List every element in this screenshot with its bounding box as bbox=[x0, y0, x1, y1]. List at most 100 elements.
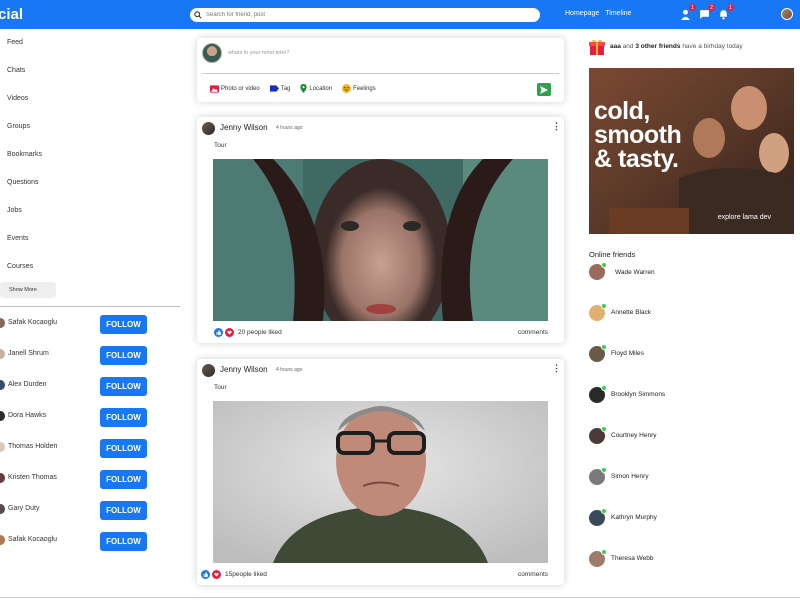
post-image[interactable] bbox=[213, 159, 548, 321]
online-friend[interactable]: Simon Henry bbox=[589, 467, 789, 487]
top-bar: cial Homepage Timeline 1 2 1 bbox=[0, 0, 800, 29]
online-friend-name: Wade Warren bbox=[615, 269, 655, 276]
app-logo[interactable]: cial bbox=[0, 6, 23, 23]
sidebar-item-chats[interactable]: Chats bbox=[7, 67, 25, 74]
online-indicator bbox=[601, 344, 607, 350]
online-friend-name: Floyd Miles bbox=[611, 350, 644, 357]
online-friend-name: Annette Black bbox=[611, 309, 652, 316]
friend-row: Gary Duty FOLLOW bbox=[0, 501, 180, 521]
share-option-tag[interactable]: Tag bbox=[269, 85, 291, 92]
birthday-others[interactable]: 3 other friends bbox=[635, 43, 680, 50]
follow-button[interactable]: FOLLOW bbox=[100, 346, 147, 365]
post-author[interactable]: Jenny Wilson bbox=[220, 365, 268, 374]
share-option-label: Feelings bbox=[353, 85, 376, 92]
comments-link[interactable]: comments bbox=[518, 571, 548, 578]
friend-row: Janell Shrum FOLLOW bbox=[0, 346, 180, 366]
send-icon bbox=[540, 85, 548, 94]
online-friend[interactable]: Brooklyn Simmons bbox=[589, 385, 789, 405]
more-vert-icon[interactable]: ⋮ bbox=[552, 363, 561, 374]
avatar[interactable] bbox=[202, 364, 215, 377]
friend-name[interactable]: Safak Kocaoglu bbox=[8, 536, 57, 543]
chat-icon[interactable]: 2 bbox=[699, 4, 715, 19]
person-icon[interactable]: 1 bbox=[680, 4, 696, 20]
photo-icon bbox=[210, 84, 219, 93]
follow-button[interactable]: FOLLOW bbox=[100, 377, 147, 396]
like-icon[interactable] bbox=[201, 570, 210, 579]
sidebar-item-questions[interactable]: Questions bbox=[7, 179, 39, 186]
post-image[interactable] bbox=[213, 401, 548, 563]
divider bbox=[202, 73, 559, 74]
friend-name[interactable]: Kristen Thomas bbox=[8, 474, 57, 481]
sidebar-item-events[interactable]: Events bbox=[7, 235, 28, 242]
follow-button[interactable]: FOLLOW bbox=[100, 439, 147, 458]
follow-button[interactable]: FOLLOW bbox=[100, 408, 147, 427]
search-input[interactable] bbox=[206, 9, 506, 21]
ad-line: & tasty. bbox=[594, 145, 679, 173]
avatar[interactable] bbox=[202, 122, 215, 135]
friend-row: Safak Kocaoglu FOLLOW bbox=[0, 532, 180, 552]
share-box: whats in your mind tetre? Photo or video… bbox=[197, 38, 564, 102]
share-option-photo[interactable]: Photo or video bbox=[210, 84, 260, 93]
online-friend[interactable]: Theresa Webb bbox=[589, 549, 789, 569]
online-indicator bbox=[601, 508, 607, 514]
online-friend-name: Brooklyn Simmons bbox=[611, 391, 666, 398]
timeline-link[interactable]: Timeline bbox=[605, 10, 631, 17]
show-more-button[interactable]: Show More bbox=[0, 282, 56, 298]
avatar bbox=[0, 318, 5, 328]
sidebar-item-videos[interactable]: Videos bbox=[7, 95, 28, 102]
profile-avatar[interactable] bbox=[781, 8, 793, 20]
post-author[interactable]: Jenny Wilson bbox=[220, 123, 268, 132]
sidebar-item-feed[interactable]: Feed bbox=[7, 39, 23, 46]
likes-count: 20 people liked bbox=[238, 329, 282, 336]
friend-row: Alex Durden FOLLOW bbox=[0, 377, 180, 397]
online-friend[interactable]: Courtney Henry bbox=[589, 426, 789, 446]
sidebar-item-groups[interactable]: Groups bbox=[7, 123, 30, 130]
ad-line: smooth bbox=[594, 121, 682, 149]
online-friend[interactable]: Floyd Miles bbox=[589, 344, 789, 364]
post-text: Tour bbox=[214, 384, 227, 391]
avatar bbox=[202, 43, 222, 63]
follow-button[interactable]: FOLLOW bbox=[100, 501, 147, 520]
follow-button[interactable]: FOLLOW bbox=[100, 315, 147, 334]
sidebar-item-courses[interactable]: Courses bbox=[7, 263, 33, 270]
sidebar-item-jobs[interactable]: Jobs bbox=[7, 207, 22, 214]
friend-name[interactable]: Gary Duty bbox=[8, 505, 40, 512]
share-option-location[interactable]: Location bbox=[300, 84, 332, 93]
share-input[interactable]: whats in your mind tetre? bbox=[228, 50, 289, 56]
share-options: Photo or video Tag Location Feelings bbox=[210, 84, 376, 93]
online-friend[interactable]: Annette Black bbox=[589, 303, 789, 323]
birthday-message: have a birhday today bbox=[682, 43, 743, 50]
follow-button[interactable]: FOLLOW bbox=[100, 470, 147, 489]
share-option-feelings[interactable]: Feelings bbox=[342, 84, 376, 93]
send-button[interactable] bbox=[537, 83, 551, 96]
gift-icon bbox=[589, 39, 605, 55]
birthday-and: and bbox=[622, 43, 634, 50]
heart-icon[interactable] bbox=[212, 570, 221, 579]
birthday-name[interactable]: aaa bbox=[610, 43, 621, 50]
likes-summary: 20 people liked bbox=[214, 328, 282, 337]
top-links: Homepage Timeline bbox=[565, 10, 631, 17]
online-indicator bbox=[601, 385, 607, 391]
notifications-icon[interactable]: 1 bbox=[718, 4, 734, 20]
sidebar-item-bookmarks[interactable]: Bookmarks bbox=[7, 151, 42, 158]
friend-name[interactable]: Janell Shrum bbox=[8, 350, 49, 357]
comments-link[interactable]: comments bbox=[518, 329, 548, 336]
ad-banner[interactable]: cold, smooth & tasty. explore lama dev bbox=[589, 68, 794, 234]
online-friend[interactable]: Wade Warren bbox=[589, 262, 789, 282]
more-vert-icon[interactable]: ⋮ bbox=[552, 121, 561, 132]
notifications-badge: 1 bbox=[727, 4, 734, 11]
friend-name[interactable]: Thomas Holden bbox=[8, 443, 57, 450]
friend-name[interactable]: Dora Hawks bbox=[8, 412, 46, 419]
share-option-label: Tag bbox=[280, 85, 291, 92]
avatar bbox=[0, 349, 5, 359]
friend-name[interactable]: Alex Durden bbox=[8, 381, 47, 388]
online-indicator bbox=[601, 262, 607, 268]
like-icon[interactable] bbox=[214, 328, 223, 337]
search-bar[interactable] bbox=[190, 8, 540, 22]
online-friend[interactable]: Kathryn Murphy bbox=[589, 508, 789, 528]
friend-name[interactable]: Safak Kocaoglu bbox=[8, 319, 57, 326]
online-indicator bbox=[601, 467, 607, 473]
homepage-link[interactable]: Homepage bbox=[565, 10, 599, 17]
heart-icon[interactable] bbox=[225, 328, 234, 337]
follow-button[interactable]: FOLLOW bbox=[100, 532, 147, 551]
